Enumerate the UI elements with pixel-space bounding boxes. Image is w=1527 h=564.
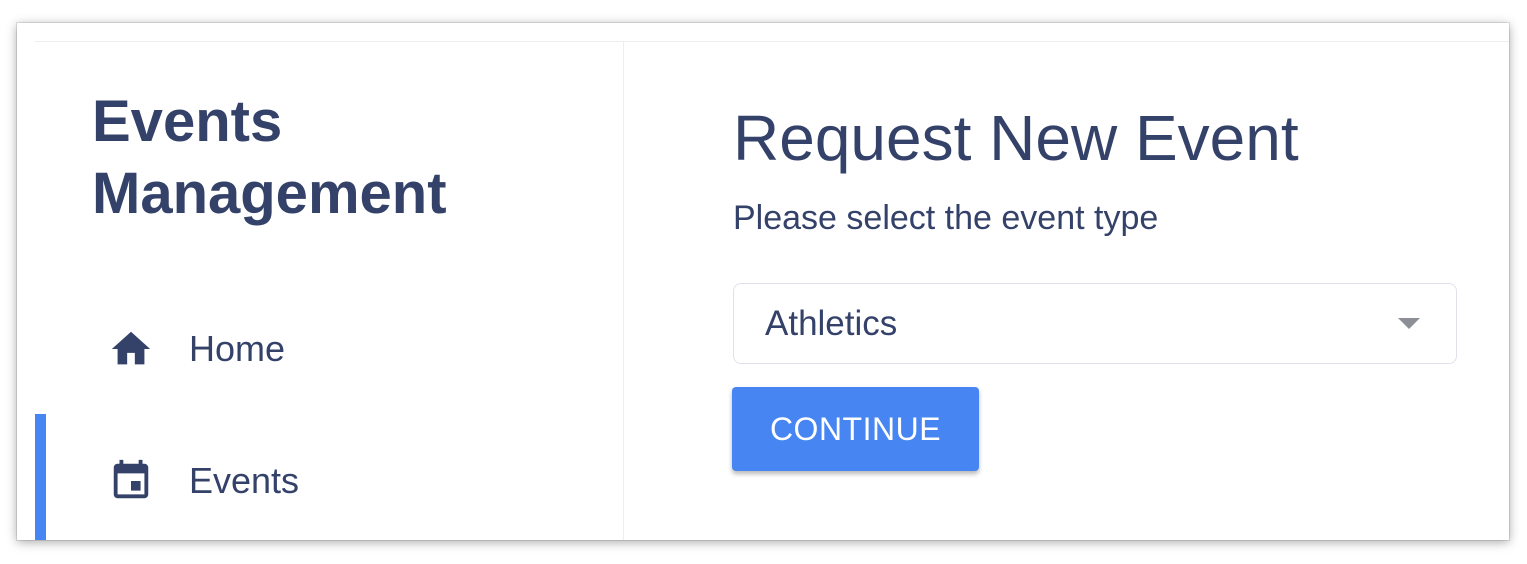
continue-button[interactable]: CONTINUE [732,387,979,471]
event-type-select[interactable]: Athletics [733,283,1457,364]
event-type-prompt: Please select the event type [733,199,1159,237]
app-title: Events Management [92,89,447,226]
caret-down-icon [1398,318,1420,329]
calendar-icon [113,459,149,499]
sidebar: Events Management Home Events [17,42,624,540]
sidebar-item-label: Events [189,460,300,501]
event-type-selected-value: Athletics [765,304,898,343]
home-icon [111,331,151,365]
sidebar-item-events[interactable]: Events [17,414,623,540]
page-title: Request New Event [733,102,1299,174]
active-indicator [35,414,46,540]
sidebar-item-label: Home [189,328,286,369]
main-content: Request New Event Please select the even… [624,42,1509,540]
app-window: Events Management Home Events Request Ne… [17,23,1509,540]
sidebar-item-home[interactable]: Home [17,282,623,416]
